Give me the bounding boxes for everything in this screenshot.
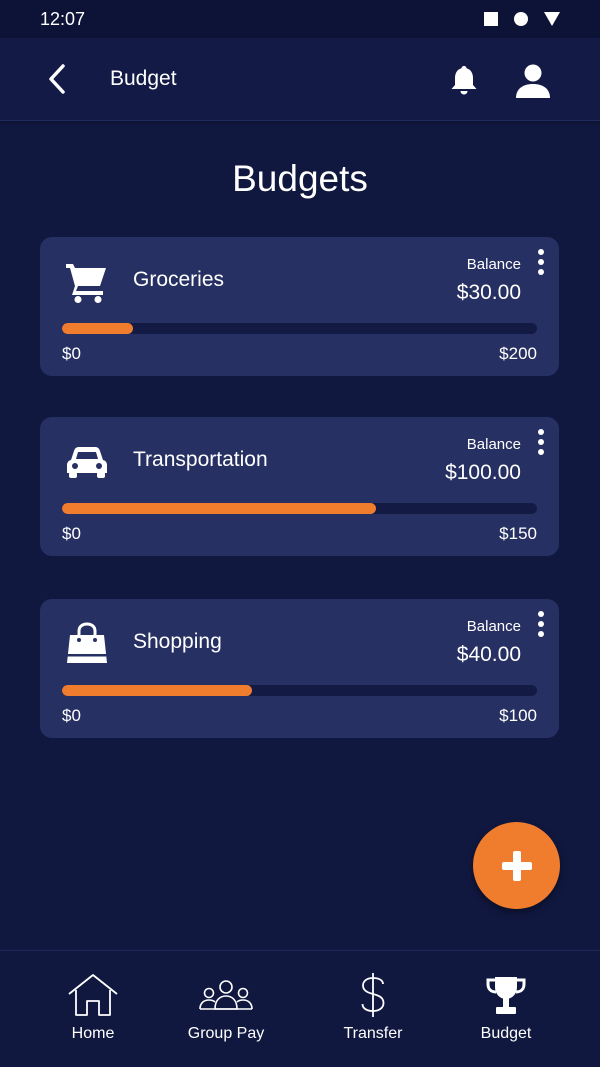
- status-bar: 12:07: [0, 0, 600, 38]
- progress-track: [62, 503, 537, 514]
- nav-icon: [485, 973, 527, 1017]
- notifications-button[interactable]: [446, 62, 482, 98]
- record-icon: [514, 12, 528, 26]
- progress-track: [62, 685, 537, 696]
- nav-icon: [67, 973, 119, 1017]
- balance-label: Balance: [466, 436, 521, 453]
- more-options-icon[interactable]: [535, 247, 547, 277]
- range-max: $150: [499, 524, 537, 543]
- plus-icon: [501, 850, 532, 881]
- trophy-icon: [486, 977, 526, 1014]
- balance-amount: $30.00: [456, 281, 521, 304]
- range-max: $200: [499, 344, 537, 363]
- card-icon: [64, 439, 110, 485]
- more-options-icon[interactable]: [535, 609, 547, 639]
- shopping-cart-icon: [66, 264, 106, 303]
- app-bar: Budget: [0, 38, 600, 121]
- page-title: Budgets: [232, 158, 368, 199]
- budget-card-groceries[interactable]: Groceries Balance $30.00 $0 $200: [40, 237, 559, 376]
- nav-label: Budget: [480, 1025, 532, 1042]
- balance-amount: $40.00: [456, 643, 521, 666]
- back-button[interactable]: [40, 62, 74, 96]
- range-max: $100: [499, 706, 537, 725]
- nav-group-pay[interactable]: Group Pay: [181, 951, 271, 1067]
- progress-fill: [62, 503, 376, 514]
- dollar-icon: [361, 973, 385, 1017]
- home-icon: [68, 974, 118, 1016]
- balance-label: Balance: [466, 618, 521, 635]
- balance-label: Balance: [466, 256, 521, 273]
- more-options-icon[interactable]: [535, 427, 547, 457]
- range-min: $0: [62, 706, 81, 725]
- nav-label: Group Pay: [187, 1025, 265, 1042]
- shopping-bag-icon: [67, 622, 107, 663]
- budget-name: Shopping: [133, 630, 222, 653]
- back-arrow-icon: [49, 64, 65, 94]
- nav-label: Transfer: [343, 1025, 403, 1042]
- nav-icon: [358, 973, 388, 1017]
- range-min: $0: [62, 344, 81, 363]
- nav-transfer[interactable]: Transfer: [333, 951, 413, 1067]
- card-icon: [64, 621, 110, 667]
- nav-icon: [198, 973, 254, 1017]
- stop-icon: [484, 12, 498, 26]
- progress-fill: [62, 685, 252, 696]
- card-icon: [64, 259, 110, 305]
- balance-amount: $100.00: [445, 461, 521, 484]
- progress-fill: [62, 323, 134, 334]
- app-bar-title: Budget: [110, 67, 177, 90]
- user-icon: [516, 64, 550, 98]
- progress-track: [62, 323, 537, 334]
- range-min: $0: [62, 524, 81, 543]
- budget-name: Transportation: [133, 448, 268, 471]
- signal-icon: [544, 12, 560, 26]
- budget-card-shopping[interactable]: Shopping Balance $40.00 $0 $100: [40, 599, 559, 738]
- status-time: 12:07: [40, 8, 86, 29]
- nav-budget[interactable]: Budget: [466, 951, 546, 1067]
- profile-button[interactable]: [514, 62, 552, 100]
- nav-home[interactable]: Home: [53, 951, 133, 1067]
- nav-label: Home: [71, 1025, 115, 1042]
- car-icon: [67, 447, 107, 478]
- budget-card-transportation[interactable]: Transportation Balance $100.00 $0 $150: [40, 417, 559, 556]
- bell-icon: [451, 66, 477, 95]
- budget-name: Groceries: [133, 268, 225, 291]
- add-budget-button[interactable]: [473, 822, 560, 909]
- status-icons: [484, 12, 560, 26]
- bottom-nav: Home Group Pay Transfer Budget: [0, 950, 600, 1066]
- group-icon: [199, 980, 253, 1010]
